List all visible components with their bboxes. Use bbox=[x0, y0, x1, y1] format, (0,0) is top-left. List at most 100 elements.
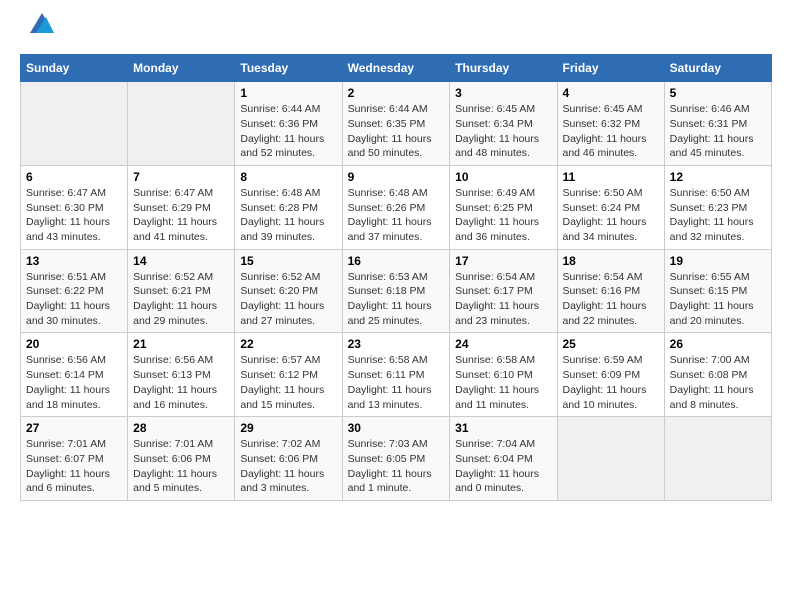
calendar-cell: 22 Sunrise: 6:57 AM Sunset: 6:12 PM Dayli… bbox=[235, 333, 342, 417]
calendar-cell: 6Sunrise: 6:47 AM Sunset: 6:30 PM Daylig… bbox=[21, 165, 128, 249]
calendar-cell: 28 Sunrise: 7:01 AM Sunset: 6:06 PM Dayli… bbox=[128, 417, 235, 501]
calendar-cell: 27Sunrise: 7:01 AM Sunset: 6:07 PM Dayli… bbox=[21, 417, 128, 501]
day-number: 6 bbox=[26, 170, 122, 184]
calendar-cell bbox=[557, 417, 664, 501]
calendar-cell: 13Sunrise: 6:51 AM Sunset: 6:22 PM Dayli… bbox=[21, 249, 128, 333]
col-header-monday: Monday bbox=[128, 55, 235, 82]
day-info: Sunrise: 7:02 AM Sunset: 6:06 PM Dayligh… bbox=[240, 437, 336, 496]
col-header-thursday: Thursday bbox=[450, 55, 557, 82]
calendar-cell: 30 Sunrise: 7:03 AM Sunset: 6:05 PM Dayli… bbox=[342, 417, 450, 501]
calendar-cell: 24 Sunrise: 6:58 AM Sunset: 6:10 PM Dayli… bbox=[450, 333, 557, 417]
day-info: Sunrise: 6:50 AM Sunset: 6:24 PM Dayligh… bbox=[563, 186, 659, 245]
day-info: Sunrise: 6:45 AM Sunset: 6:32 PM Dayligh… bbox=[563, 102, 659, 161]
calendar-cell: 21 Sunrise: 6:56 AM Sunset: 6:13 PM Dayli… bbox=[128, 333, 235, 417]
day-number: 21 bbox=[133, 337, 229, 351]
calendar-cell: 31 Sunrise: 7:04 AM Sunset: 6:04 PM Dayli… bbox=[450, 417, 557, 501]
logo-icon bbox=[22, 9, 54, 37]
calendar-cell: 16 Sunrise: 6:53 AM Sunset: 6:18 PM Dayli… bbox=[342, 249, 450, 333]
calendar-table: SundayMondayTuesdayWednesdayThursdayFrid… bbox=[20, 54, 772, 501]
day-number: 18 bbox=[563, 254, 659, 268]
calendar-cell: 29 Sunrise: 7:02 AM Sunset: 6:06 PM Dayli… bbox=[235, 417, 342, 501]
week-row-3: 13Sunrise: 6:51 AM Sunset: 6:22 PM Dayli… bbox=[21, 249, 772, 333]
logo bbox=[20, 20, 54, 44]
calendar-cell: 7Sunrise: 6:47 AM Sunset: 6:29 PM Daylig… bbox=[128, 165, 235, 249]
calendar-cell: 18 Sunrise: 6:54 AM Sunset: 6:16 PM Dayli… bbox=[557, 249, 664, 333]
day-info: Sunrise: 6:54 AM Sunset: 6:16 PM Dayligh… bbox=[563, 270, 659, 329]
day-info: Sunrise: 6:52 AM Sunset: 6:21 PM Dayligh… bbox=[133, 270, 229, 329]
day-info: Sunrise: 6:57 AM Sunset: 6:12 PM Dayligh… bbox=[240, 353, 336, 412]
day-number: 1 bbox=[240, 86, 336, 100]
day-number: 30 bbox=[348, 421, 445, 435]
day-info: Sunrise: 6:44 AM Sunset: 6:35 PM Dayligh… bbox=[348, 102, 445, 161]
day-number: 16 bbox=[348, 254, 445, 268]
day-info: Sunrise: 6:55 AM Sunset: 6:15 PM Dayligh… bbox=[670, 270, 766, 329]
calendar-cell: 2 Sunrise: 6:44 AM Sunset: 6:35 PM Daylig… bbox=[342, 82, 450, 166]
day-info: Sunrise: 6:56 AM Sunset: 6:14 PM Dayligh… bbox=[26, 353, 122, 412]
col-header-saturday: Saturday bbox=[664, 55, 771, 82]
calendar-cell: 20 Sunrise: 6:56 AM Sunset: 6:14 PM Dayli… bbox=[21, 333, 128, 417]
calendar-cell bbox=[21, 82, 128, 166]
calendar-cell: 19 Sunrise: 6:55 AM Sunset: 6:15 PM Dayli… bbox=[664, 249, 771, 333]
day-number: 8 bbox=[240, 170, 336, 184]
day-info: Sunrise: 6:45 AM Sunset: 6:34 PM Dayligh… bbox=[455, 102, 551, 161]
day-info: Sunrise: 7:01 AM Sunset: 6:07 PM Dayligh… bbox=[26, 437, 122, 496]
day-number: 29 bbox=[240, 421, 336, 435]
day-info: Sunrise: 7:01 AM Sunset: 6:06 PM Dayligh… bbox=[133, 437, 229, 496]
header bbox=[20, 20, 772, 44]
calendar-cell: 5Sunrise: 6:46 AM Sunset: 6:31 PM Daylig… bbox=[664, 82, 771, 166]
calendar-cell: 9 Sunrise: 6:48 AM Sunset: 6:26 PM Daylig… bbox=[342, 165, 450, 249]
day-number: 4 bbox=[563, 86, 659, 100]
day-number: 17 bbox=[455, 254, 551, 268]
day-info: Sunrise: 6:53 AM Sunset: 6:18 PM Dayligh… bbox=[348, 270, 445, 329]
day-number: 23 bbox=[348, 337, 445, 351]
day-number: 7 bbox=[133, 170, 229, 184]
calendar-cell bbox=[128, 82, 235, 166]
day-number: 22 bbox=[240, 337, 336, 351]
calendar-cell bbox=[664, 417, 771, 501]
day-info: Sunrise: 6:54 AM Sunset: 6:17 PM Dayligh… bbox=[455, 270, 551, 329]
day-number: 9 bbox=[348, 170, 445, 184]
week-row-2: 6Sunrise: 6:47 AM Sunset: 6:30 PM Daylig… bbox=[21, 165, 772, 249]
calendar-cell: 26Sunrise: 7:00 AM Sunset: 6:08 PM Dayli… bbox=[664, 333, 771, 417]
day-info: Sunrise: 7:03 AM Sunset: 6:05 PM Dayligh… bbox=[348, 437, 445, 496]
day-number: 31 bbox=[455, 421, 551, 435]
col-header-wednesday: Wednesday bbox=[342, 55, 450, 82]
week-row-1: 1 Sunrise: 6:44 AM Sunset: 6:36 PM Daylig… bbox=[21, 82, 772, 166]
col-header-friday: Friday bbox=[557, 55, 664, 82]
day-number: 28 bbox=[133, 421, 229, 435]
day-info: Sunrise: 7:04 AM Sunset: 6:04 PM Dayligh… bbox=[455, 437, 551, 496]
calendar-cell: 10Sunrise: 6:49 AM Sunset: 6:25 PM Dayli… bbox=[450, 165, 557, 249]
day-info: Sunrise: 6:46 AM Sunset: 6:31 PM Dayligh… bbox=[670, 102, 766, 161]
calendar-cell: 15 Sunrise: 6:52 AM Sunset: 6:20 PM Dayli… bbox=[235, 249, 342, 333]
day-number: 25 bbox=[563, 337, 659, 351]
week-row-4: 20 Sunrise: 6:56 AM Sunset: 6:14 PM Dayli… bbox=[21, 333, 772, 417]
day-info: Sunrise: 6:52 AM Sunset: 6:20 PM Dayligh… bbox=[240, 270, 336, 329]
day-info: Sunrise: 6:56 AM Sunset: 6:13 PM Dayligh… bbox=[133, 353, 229, 412]
day-info: Sunrise: 6:58 AM Sunset: 6:11 PM Dayligh… bbox=[348, 353, 445, 412]
day-number: 15 bbox=[240, 254, 336, 268]
col-header-sunday: Sunday bbox=[21, 55, 128, 82]
calendar-cell: 3 Sunrise: 6:45 AM Sunset: 6:34 PM Daylig… bbox=[450, 82, 557, 166]
col-header-tuesday: Tuesday bbox=[235, 55, 342, 82]
calendar-cell: 12 Sunrise: 6:50 AM Sunset: 6:23 PM Dayli… bbox=[664, 165, 771, 249]
calendar-cell: 11 Sunrise: 6:50 AM Sunset: 6:24 PM Dayli… bbox=[557, 165, 664, 249]
calendar-cell: 25 Sunrise: 6:59 AM Sunset: 6:09 PM Dayli… bbox=[557, 333, 664, 417]
calendar-cell: 1 Sunrise: 6:44 AM Sunset: 6:36 PM Daylig… bbox=[235, 82, 342, 166]
day-number: 24 bbox=[455, 337, 551, 351]
day-info: Sunrise: 6:50 AM Sunset: 6:23 PM Dayligh… bbox=[670, 186, 766, 245]
day-number: 11 bbox=[563, 170, 659, 184]
day-info: Sunrise: 6:48 AM Sunset: 6:26 PM Dayligh… bbox=[348, 186, 445, 245]
day-info: Sunrise: 6:44 AM Sunset: 6:36 PM Dayligh… bbox=[240, 102, 336, 161]
day-number: 12 bbox=[670, 170, 766, 184]
calendar-cell: 23 Sunrise: 6:58 AM Sunset: 6:11 PM Dayli… bbox=[342, 333, 450, 417]
day-number: 2 bbox=[348, 86, 445, 100]
day-info: Sunrise: 6:49 AM Sunset: 6:25 PM Dayligh… bbox=[455, 186, 551, 245]
day-number: 3 bbox=[455, 86, 551, 100]
day-number: 20 bbox=[26, 337, 122, 351]
day-info: Sunrise: 7:00 AM Sunset: 6:08 PM Dayligh… bbox=[670, 353, 766, 412]
day-info: Sunrise: 6:59 AM Sunset: 6:09 PM Dayligh… bbox=[563, 353, 659, 412]
day-info: Sunrise: 6:58 AM Sunset: 6:10 PM Dayligh… bbox=[455, 353, 551, 412]
day-number: 19 bbox=[670, 254, 766, 268]
day-info: Sunrise: 6:51 AM Sunset: 6:22 PM Dayligh… bbox=[26, 270, 122, 329]
calendar-cell: 8Sunrise: 6:48 AM Sunset: 6:28 PM Daylig… bbox=[235, 165, 342, 249]
